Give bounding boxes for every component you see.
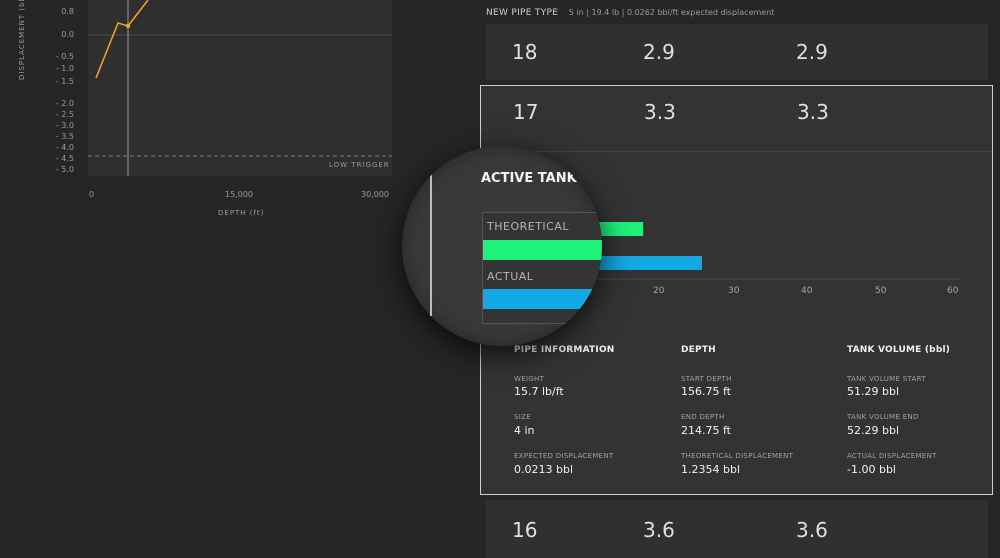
y-tick: - 5.0 — [55, 165, 74, 174]
tank-x-tick: 60 — [947, 286, 959, 296]
tank-volume-end-label: TANK VOLUME END — [847, 413, 919, 421]
tank-x-tick: 40 — [801, 286, 813, 296]
tank-volume-start-label: TANK VOLUME START — [847, 375, 926, 383]
pipe-row-theoretical: 3.6 — [643, 518, 675, 542]
new-pipe-type: NEW PIPE TYPE 5 in | 19.4 lb | 0.0262 bb… — [486, 8, 774, 18]
y-tick: - 1.5 — [55, 77, 74, 86]
tank-x-tick: 30 — [728, 286, 740, 296]
y-tick: - 1.0 — [55, 64, 74, 73]
x-tick: 0 — [89, 190, 95, 199]
y-tick: - 4.0 — [55, 143, 74, 152]
displacement-line — [95, 0, 149, 79]
y-tick: - 3.5 — [55, 132, 74, 141]
pipe-row-id: 18 — [512, 40, 538, 64]
start-depth-value: 156.75 ft — [681, 385, 731, 398]
active-tank-title: ACTIVE TANK VOLUME — [481, 171, 602, 186]
y-tick: - 0.5 — [55, 52, 74, 61]
cursor-point — [125, 23, 131, 29]
y-tick: 0.0 — [61, 30, 74, 39]
actual-legend: ACTUAL — [487, 270, 534, 283]
pipe-row-id: 17 — [513, 100, 539, 124]
end-depth-value: 214.75 ft — [681, 424, 731, 437]
x-tick: 30,000 — [361, 190, 389, 199]
tank-volume-heading: TANK VOLUME (bbl) — [847, 345, 951, 355]
pipe-row[interactable]: 16 3.6 3.6 — [486, 500, 988, 558]
theoretical-bar-magnified — [483, 240, 602, 260]
end-depth-label: END DEPTH — [681, 413, 725, 421]
x-axis-title: DEPTH (ft) — [218, 209, 265, 217]
theoretical-displacement-value: 1.2354 bbl — [681, 463, 741, 476]
y-tick: - 2.0 — [55, 99, 74, 108]
y-axis-title: DISPLACEMENT (bbl) — [18, 0, 26, 80]
active-tank-title-main: ACTIVE TANK V — [481, 171, 592, 186]
pipe-row[interactable]: 18 2.9 2.9 — [486, 24, 988, 80]
active-tank-title-tail: OLUME — [591, 172, 602, 185]
pipe-row-actual: 3.6 — [796, 518, 828, 542]
actual-displacement-label: ACTUAL DISPLACEMENT — [847, 452, 937, 460]
pipe-row-actual: 2.9 — [796, 40, 828, 64]
pipe-row-actual: 3.3 — [797, 100, 829, 124]
tank-x-tick: 50 — [875, 286, 887, 296]
theoretical-displacement-label: THEORETICAL DISPLACEMENT — [681, 452, 794, 460]
pipe-row-header: 17 3.3 3.3 — [481, 86, 992, 152]
low-trigger-label: LOW TRIGGER — [329, 161, 390, 169]
tank-volume-end-value: 52.29 bbl — [847, 424, 900, 437]
expected-displacement-value: 0.0213 bbl — [514, 463, 574, 476]
weight-value: 15.7 lb/ft — [514, 385, 564, 398]
start-depth-label: START DEPTH — [681, 375, 732, 383]
lens-panel-border — [430, 166, 432, 316]
y-tick: - 2.5 — [55, 110, 74, 119]
pipe-row-theoretical: 2.9 — [643, 40, 675, 64]
size-label: SIZE — [514, 413, 531, 421]
y-tick: 0.8 — [61, 7, 74, 16]
plot-svg — [88, 0, 392, 176]
depth-heading: DEPTH — [681, 345, 716, 355]
y-tick: - 4.5 — [55, 154, 74, 163]
tank-volume-start-value: 51.29 bbl — [847, 385, 900, 398]
tank-x-tick: 20 — [653, 286, 665, 296]
expected-displacement-label: EXPECTED DISPLACEMENT — [514, 452, 614, 460]
magnifier-lens: ACTIVE TANK VOLUME THEORETICAL ACTUAL — [402, 146, 602, 346]
x-tick: 15,000 — [225, 190, 253, 199]
pipe-row-theoretical: 3.3 — [644, 100, 676, 124]
pipe-information-heading: PIPE INFORMATION — [514, 345, 615, 355]
y-tick: - 3.0 — [55, 121, 74, 130]
new-pipe-type-details: 5 in | 19.4 lb | 0.0262 bbl/ft expected … — [568, 8, 775, 17]
weight-label: WEIGHT — [514, 375, 545, 383]
actual-bar-magnified — [483, 289, 602, 309]
lens-chart-frame: THEORETICAL ACTUAL — [482, 212, 602, 324]
plot-area — [88, 0, 392, 176]
pipe-row-id: 16 — [512, 518, 538, 542]
theoretical-legend: THEORETICAL — [487, 220, 569, 233]
size-value: 4 in — [514, 424, 535, 437]
new-pipe-type-label: NEW PIPE TYPE — [486, 8, 559, 18]
actual-displacement-value: -1.00 bbl — [847, 463, 896, 476]
